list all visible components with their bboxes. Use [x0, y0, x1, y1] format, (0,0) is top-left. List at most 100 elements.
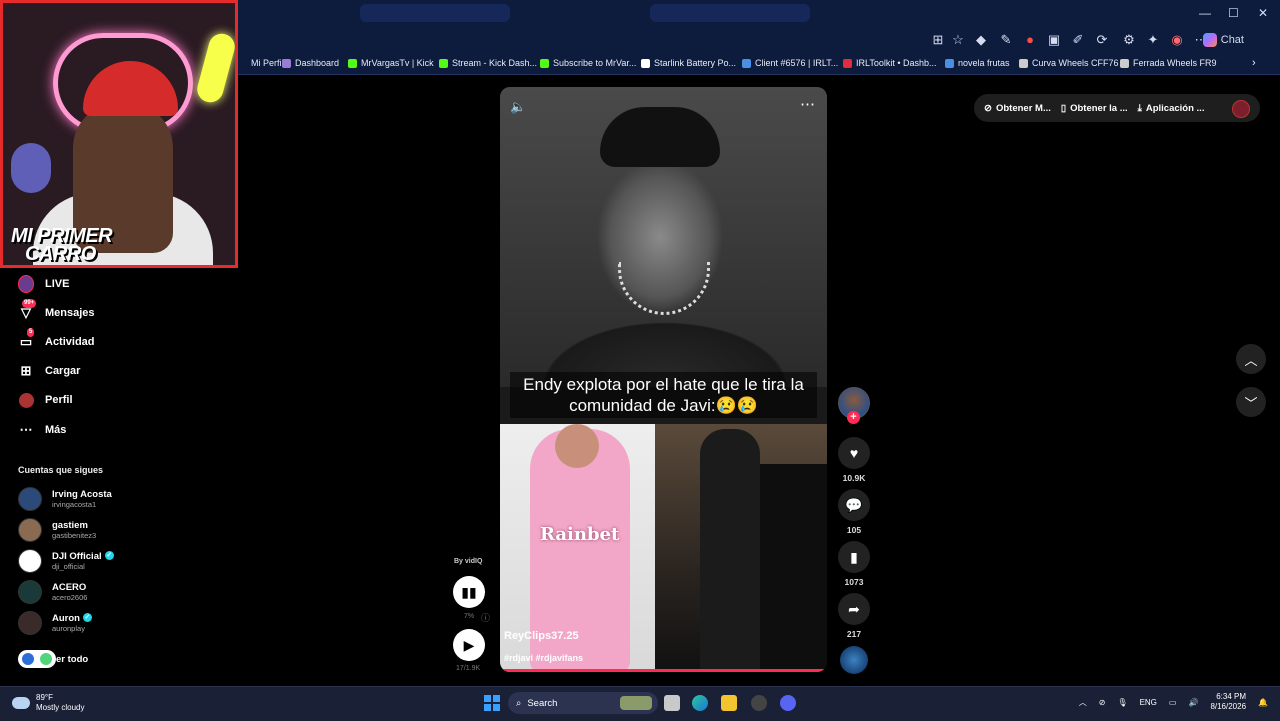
nav-item-live[interactable]: LIVE	[18, 273, 69, 295]
maximize-button[interactable]: ☐	[1228, 6, 1239, 20]
close-window-button[interactable]: ✕	[1258, 6, 1268, 20]
desktop-app-button[interactable]: ⤓ Aplicación ...	[1138, 103, 1205, 114]
bookmark-favicon	[439, 58, 448, 68]
comment-action[interactable]: 💬 105	[838, 489, 870, 535]
bookmark-item[interactable]: Starlink Battery Po...	[641, 56, 736, 70]
profile-avatar-icon[interactable]: ◉	[1169, 32, 1185, 48]
refresh-extension-icon[interactable]: ⟳	[1094, 32, 1110, 48]
info-icon[interactable]: ⓘ	[481, 611, 490, 624]
bookmark-item[interactable]: Stream - Kick Dash...	[439, 56, 537, 70]
followed-account[interactable]: gastiem gastibenitez3	[18, 516, 96, 544]
user-avatar[interactable]	[1232, 100, 1250, 118]
volume-icon[interactable]: 🔈	[510, 99, 526, 115]
bookmark-item[interactable]: novela frutas	[945, 56, 1010, 70]
search-highlight-icon	[620, 696, 652, 710]
play-button[interactable]: ▶	[453, 629, 485, 661]
music-disc-icon[interactable]	[840, 646, 868, 674]
share-icon[interactable]: ➦	[838, 593, 870, 625]
minimize-button[interactable]: —	[1199, 6, 1211, 20]
plush-toy	[11, 143, 51, 193]
bookmark-item[interactable]: Curva Wheels CFF76	[1019, 56, 1119, 70]
vidiq-stats-button[interactable]: ▮▮	[453, 576, 485, 608]
nav-item-more[interactable]: ⋯ Más	[18, 419, 67, 441]
browser-tab[interactable]	[650, 4, 810, 22]
overlay-text-line: CARRO	[25, 243, 96, 265]
pen-extension-icon[interactable]: ✎	[998, 32, 1014, 48]
dark-outfit-person	[700, 429, 760, 672]
get-coins-button[interactable]: ⊘ Obtener M...	[984, 103, 1051, 114]
nav-item-profile[interactable]: Perfil	[18, 389, 73, 411]
video-hashtags[interactable]: #rdjavi #rdjavifans	[504, 653, 583, 663]
settings-extension-icon[interactable]: ⚙	[1121, 32, 1137, 48]
more-options-icon[interactable]: ⋯	[800, 95, 815, 113]
favorite-star-icon[interactable]: ☆	[950, 32, 966, 48]
download-icon: ⤓	[1137, 102, 1142, 114]
bookmark-icon[interactable]: ▮	[838, 541, 870, 573]
video-frame-upper	[500, 87, 827, 387]
followed-account[interactable]: Irving Acosta irvingacosta1	[18, 485, 112, 513]
followed-account[interactable]: DJI Official ✓ dji_official	[18, 547, 114, 575]
taskbar-search[interactable]: ⌕ Search	[508, 692, 658, 714]
volume-icon[interactable]: 🔊	[1188, 698, 1198, 707]
windows-start-button[interactable]	[484, 695, 500, 711]
comment-icon[interactable]: 💬	[838, 489, 870, 521]
share-action[interactable]: ➦ 217	[838, 593, 870, 639]
nav-item-upload[interactable]: ⊞ Cargar	[18, 360, 81, 382]
bookmark-item[interactable]: Client #6576 | IRLT...	[742, 56, 838, 70]
language-indicator[interactable]: ENG	[1140, 698, 1157, 707]
video-author[interactable]: ReyClips37.25	[504, 630, 579, 642]
bookmark-item[interactable]: Mi Perfil	[238, 56, 284, 70]
display-icon[interactable]: ▭	[1169, 698, 1177, 707]
bookmark-label: MrVargasTv | Kick	[361, 58, 434, 68]
bookmark-item[interactable]: IRLToolkit • Dashb...	[843, 56, 937, 70]
red-extension-icon[interactable]: ●	[1022, 32, 1038, 48]
weather-widget[interactable]: 89°F Mostly cloudy	[12, 693, 84, 713]
bookmarks-overflow-icon[interactable]: ›	[1252, 56, 1256, 70]
save-action[interactable]: ▮ 1073	[838, 541, 870, 587]
notification-icon[interactable]: 🔔	[1258, 698, 1268, 707]
app-icon[interactable]	[751, 695, 767, 711]
eyedropper-icon[interactable]: ✐	[1070, 32, 1086, 48]
action-label: Obtener la ...	[1070, 102, 1128, 114]
chevron-up-icon[interactable]: ︿	[1079, 697, 1087, 708]
nav-item-activity[interactable]: ▭ 5 Actividad	[18, 328, 95, 353]
file-explorer-icon[interactable]	[721, 695, 737, 711]
search-icon: ⌕	[516, 697, 522, 709]
video-person-hair	[600, 107, 720, 167]
edge-browser-icon[interactable]	[692, 695, 708, 711]
bookmark-item[interactable]: Ferrada Wheels FR9	[1120, 56, 1217, 70]
copilot-chat-button[interactable]: Chat	[1202, 31, 1244, 49]
task-view-icon[interactable]	[664, 695, 680, 711]
apps-icon[interactable]: ⊞	[930, 32, 946, 48]
microphone-icon[interactable]: 🎙	[1117, 698, 1127, 707]
bookmark-label: IRLToolkit • Dashb...	[856, 58, 937, 68]
heart-icon[interactable]: ♥	[838, 437, 870, 469]
followed-account[interactable]: Auron ✓ auronplay	[18, 609, 92, 637]
previous-video-button[interactable]: ︿	[1236, 344, 1266, 374]
search-label: Search	[527, 697, 558, 709]
bookmark-item[interactable]: Dashboard	[282, 56, 339, 70]
get-app-button[interactable]: ▯ Obtener la ...	[1061, 103, 1128, 114]
followed-account[interactable]: ACERO acero2606	[18, 578, 87, 606]
video-progress-bar[interactable]	[500, 669, 827, 672]
browser-tab[interactable]	[360, 4, 510, 22]
nav-item-messages[interactable]: ▽ 99+ Mensajes	[18, 299, 95, 324]
video-right-photo	[655, 424, 827, 672]
like-action[interactable]: ♥ 10.9K	[838, 437, 870, 483]
collections-icon[interactable]: ✦	[1145, 32, 1161, 48]
avatar	[18, 549, 42, 573]
bookmark-item[interactable]: MrVargasTv | Kick	[348, 56, 434, 70]
chevron-down-icon: ﹀	[1244, 395, 1258, 411]
extension-icon[interactable]: ◆	[973, 32, 989, 48]
next-video-button[interactable]: ﹀	[1236, 387, 1266, 417]
clock[interactable]: 6:34 PM 8/16/2026	[1210, 692, 1246, 712]
extension-box-icon[interactable]: ▣	[1046, 32, 1062, 48]
discord-icon[interactable]	[780, 695, 796, 711]
account-name: Auron	[52, 612, 80, 624]
see-all-link[interactable]: er todo	[18, 645, 88, 673]
network-off-icon[interactable]: ⊘	[1099, 698, 1106, 707]
follow-plus-icon[interactable]: +	[847, 411, 860, 424]
video-player[interactable]: Rainbet Endy explota por el hate que le …	[500, 87, 827, 672]
clock-time: 6:34 PM	[1216, 692, 1247, 701]
bookmark-item[interactable]: Subscribe to MrVar...	[540, 56, 636, 70]
